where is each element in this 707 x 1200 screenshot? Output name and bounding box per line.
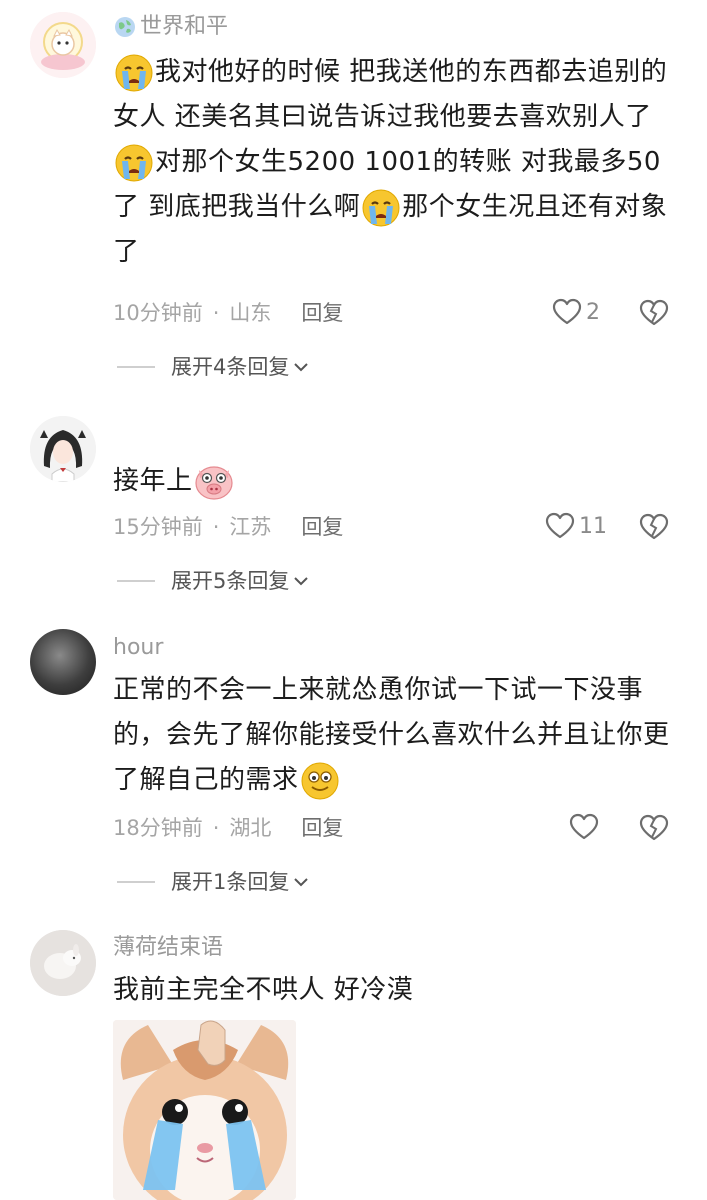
username-text: 世界和平	[140, 14, 229, 39]
avatar[interactable]	[30, 930, 96, 996]
expand-replies[interactable]: 展开1条回复	[117, 868, 311, 896]
meta-separator: ·	[212, 301, 220, 325]
heart-icon	[552, 298, 582, 325]
crying-emoji	[115, 144, 153, 181]
comment-meta: 18分钟前 · 湖北 回复	[113, 814, 343, 842]
avatar[interactable]	[30, 629, 96, 695]
expand-replies-label: 展开5条回复	[171, 569, 290, 593]
comment-location: 江苏	[229, 515, 272, 539]
expand-replies[interactable]: 展开5条回复	[117, 567, 311, 595]
like-button[interactable]: 11	[545, 511, 607, 541]
chevron-down-icon	[294, 878, 309, 887]
avatar-image	[30, 416, 96, 482]
crying-cat-image	[113, 1020, 296, 1200]
heart-icon	[569, 813, 599, 840]
broken-heart-icon[interactable]	[639, 512, 669, 542]
avatar-image	[30, 930, 96, 996]
like-count: 2	[586, 299, 600, 325]
meta-separator: ·	[212, 515, 220, 539]
smile-emoji	[301, 762, 339, 799]
globe-icon	[115, 17, 135, 37]
comment-text-part: 正常的不会一上来就怂恿你试一下试一下没事的，会先了解你能接受什么喜欢什么并且让你…	[113, 675, 670, 795]
meta-separator: ·	[212, 816, 220, 840]
username[interactable]: 世界和平	[113, 13, 228, 41]
expand-replies[interactable]: 展开4条回复	[117, 353, 311, 381]
broken-heart-icon[interactable]	[639, 298, 669, 328]
avatar[interactable]	[30, 12, 96, 78]
crying-emoji	[115, 54, 153, 91]
like-count: 11	[579, 513, 607, 539]
attached-image[interactable]	[113, 1020, 296, 1200]
expand-replies-label: 展开1条回复	[171, 870, 290, 894]
comment-meta: 10分钟前 · 山东 回复	[113, 299, 343, 327]
pig-emoji	[194, 465, 233, 500]
comment-location: 湖北	[229, 816, 272, 840]
comment-time: 15分钟前	[113, 515, 203, 539]
heart-icon	[545, 512, 575, 539]
reply-button[interactable]: 回复	[301, 814, 343, 842]
username[interactable]: 薄荷结束语	[113, 934, 223, 962]
divider-line	[117, 881, 155, 883]
username-text: hour	[113, 635, 164, 660]
comment-text: 正常的不会一上来就怂恿你试一下试一下没事的，会先了解你能接受什么喜欢什么并且让你…	[113, 668, 683, 803]
chevron-down-icon	[294, 577, 309, 586]
chevron-down-icon	[294, 363, 309, 372]
like-button[interactable]: 2	[552, 297, 600, 327]
expand-replies-label: 展开4条回复	[171, 355, 290, 379]
comment-text-part: 我对他好的时候 把我送他的东西都去追别的女人 还美名其曰说告诉过我他要去喜欢别人…	[113, 57, 668, 132]
comment-time: 10分钟前	[113, 301, 203, 325]
comment-text: 我对他好的时候 把我送他的东西都去追别的女人 还美名其曰说告诉过我他要去喜欢别人…	[113, 50, 683, 275]
like-button[interactable]	[569, 812, 599, 842]
username[interactable]: hour	[113, 634, 163, 662]
divider-line	[117, 366, 155, 368]
comment-time: 18分钟前	[113, 816, 203, 840]
comment-location: 山东	[229, 301, 272, 325]
username-text: 薄荷结束语	[113, 935, 224, 960]
avatar-image	[30, 12, 96, 78]
broken-heart-icon[interactable]	[639, 813, 669, 843]
reply-button[interactable]: 回复	[301, 513, 343, 541]
comment-text-part: 接年上	[113, 466, 193, 496]
comment-text: 接年上	[113, 459, 683, 504]
comment-meta: 15分钟前 · 江苏 回复	[113, 513, 343, 541]
divider-line	[117, 580, 155, 582]
comment-text-part: 我前主完全不哄人 好冷漠	[113, 975, 414, 1005]
reply-button[interactable]: 回复	[301, 299, 343, 327]
crying-emoji	[362, 189, 400, 226]
comment-text: 我前主完全不哄人 好冷漠	[113, 968, 683, 1013]
avatar[interactable]	[30, 416, 96, 482]
